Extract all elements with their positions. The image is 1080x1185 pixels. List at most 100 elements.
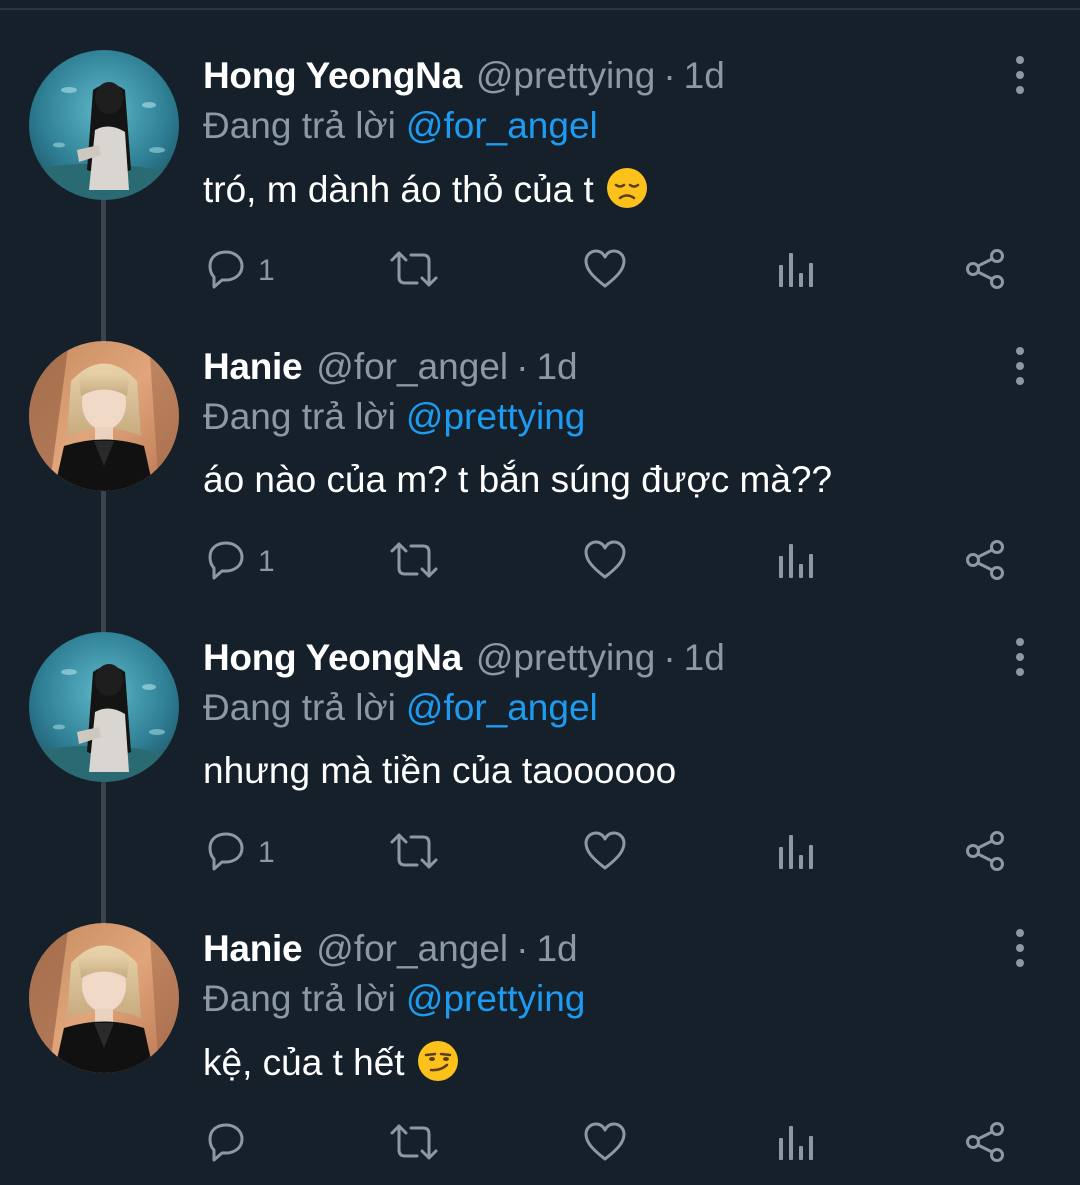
reply-button[interactable] — [204, 1119, 258, 1169]
reply-icon — [204, 1120, 248, 1169]
separator-dot: · — [663, 55, 676, 96]
views-button[interactable] — [776, 828, 816, 878]
retweet-button[interactable] — [389, 828, 439, 878]
mention-link[interactable]: @prettying — [406, 396, 585, 437]
reply-prefix: Đang trả lời — [203, 687, 396, 728]
timestamp[interactable]: 1d — [536, 346, 577, 387]
tweet-text-content: tró, m dành áo thỏ của t — [203, 169, 594, 210]
tweet-header: Hong YeongNa @prettying · 1d — [203, 54, 725, 98]
more-vertical-icon[interactable] — [1000, 345, 1040, 389]
retweet-button[interactable] — [389, 1119, 439, 1169]
tweet-text: kệ, của t hết — [203, 1039, 460, 1086]
separator-dot: · — [516, 346, 529, 387]
reply-button[interactable]: 1 — [204, 537, 275, 587]
reply-button[interactable]: 1 — [204, 828, 275, 878]
heart-icon — [582, 1120, 628, 1169]
reply-icon — [204, 829, 248, 878]
blonde-person-avatar[interactable] — [29, 341, 179, 491]
display-name[interactable]: Hong YeongNa — [203, 55, 462, 96]
reply-button[interactable]: 1 — [204, 246, 275, 296]
views-button[interactable] — [776, 246, 816, 296]
tweet-text-content: áo nào của m? t bắn súng được mà?? — [203, 459, 833, 500]
timestamp[interactable]: 1d — [536, 928, 577, 969]
smirking-face-emoji — [417, 1041, 458, 1081]
user-handle[interactable]: @for_angel — [316, 928, 508, 969]
analytics-icon — [776, 538, 816, 587]
reply-count: 1 — [258, 836, 275, 869]
tweet-actions: 1 — [0, 537, 1080, 587]
like-button[interactable] — [582, 828, 628, 878]
share-button[interactable] — [964, 1119, 1008, 1169]
heart-icon — [582, 247, 628, 296]
replying-to: Đang trả lời @for_angel — [203, 686, 598, 730]
reply-prefix: Đang trả lời — [203, 105, 396, 146]
mention-link[interactable]: @for_angel — [406, 105, 598, 146]
more-vertical-icon[interactable] — [1000, 927, 1040, 971]
tweet-text: tró, m dành áo thỏ của t — [203, 166, 649, 213]
tweet[interactable]: Hanie @for_angel · 1d Đang trả lời @prettyin… — [0, 291, 1080, 582]
heart-icon — [582, 538, 628, 587]
retweet-icon — [389, 829, 439, 878]
tweet-header: Hanie @for_angel · 1d — [203, 927, 578, 971]
mention-link[interactable]: @prettying — [406, 978, 585, 1019]
user-handle[interactable]: @prettying — [476, 637, 655, 678]
user-handle[interactable]: @prettying — [476, 55, 655, 96]
analytics-icon — [776, 1120, 816, 1169]
timestamp[interactable]: 1d — [684, 55, 725, 96]
retweet-icon — [389, 1120, 439, 1169]
reply-icon — [204, 538, 248, 587]
tweet-text-content: kệ, của t hết — [203, 1042, 405, 1083]
replying-to: Đang trả lời @for_angel — [203, 104, 598, 148]
reply-prefix: Đang trả lời — [203, 978, 396, 1019]
retweet-button[interactable] — [389, 537, 439, 587]
tweet-text-content: nhưng mà tiền của taoooooo — [203, 750, 677, 791]
display-name[interactable]: Hong YeongNa — [203, 637, 462, 678]
display-name[interactable]: Hanie — [203, 928, 303, 969]
reply-count: 1 — [258, 254, 275, 287]
replying-to: Đang trả lời @prettying — [203, 977, 585, 1021]
reply-prefix: Đang trả lời — [203, 396, 396, 437]
tweet-actions: 1 — [0, 246, 1080, 296]
retweet-icon — [389, 538, 439, 587]
disappointed-face-emoji — [607, 168, 648, 208]
heart-icon — [582, 829, 628, 878]
tweet[interactable]: Hong YeongNa @prettying · 1d Đang trả lời @f… — [0, 582, 1080, 873]
share-button[interactable] — [964, 828, 1008, 878]
reply-count: 1 — [258, 545, 275, 578]
retweet-icon — [389, 247, 439, 296]
share-icon — [964, 829, 1008, 878]
display-name[interactable]: Hanie — [203, 346, 303, 387]
mention-link[interactable]: @for_angel — [406, 687, 598, 728]
retweet-button[interactable] — [389, 246, 439, 296]
share-icon — [964, 1120, 1008, 1169]
tweet[interactable]: Hong YeongNa @prettying · 1d Đang trả lời @f… — [0, 0, 1080, 291]
share-button[interactable] — [964, 537, 1008, 587]
share-icon — [964, 247, 1008, 296]
like-button[interactable] — [582, 246, 628, 296]
like-button[interactable] — [582, 537, 628, 587]
tweet-actions: 1 — [0, 828, 1080, 878]
like-button[interactable] — [582, 1119, 628, 1169]
user-handle[interactable]: @for_angel — [316, 346, 508, 387]
separator-dot: · — [516, 928, 529, 969]
reply-icon — [204, 247, 248, 296]
analytics-icon — [776, 247, 816, 296]
tweet[interactable]: Hanie @for_angel · 1d Đang trả lời @prettyin… — [0, 873, 1080, 1164]
more-vertical-icon[interactable] — [1000, 54, 1040, 98]
timestamp[interactable]: 1d — [684, 637, 725, 678]
replying-to: Đang trả lời @prettying — [203, 395, 585, 439]
views-button[interactable] — [776, 1119, 816, 1169]
blonde-person-avatar[interactable] — [29, 923, 179, 1073]
views-button[interactable] — [776, 537, 816, 587]
more-vertical-icon[interactable] — [1000, 636, 1040, 680]
tweet-text: nhưng mà tiền của taoooooo — [203, 748, 676, 794]
share-button[interactable] — [964, 246, 1008, 296]
tweet-actions — [0, 1119, 1080, 1169]
tweet-header: Hanie @for_angel · 1d — [203, 345, 578, 389]
aquarium-girl-avatar[interactable] — [29, 632, 179, 782]
tweet-text: áo nào của m? t bắn súng được mà?? — [203, 457, 832, 503]
share-icon — [964, 538, 1008, 587]
aquarium-girl-avatar[interactable] — [29, 50, 179, 200]
separator-dot: · — [663, 637, 676, 678]
tweet-header: Hong YeongNa @prettying · 1d — [203, 636, 725, 680]
